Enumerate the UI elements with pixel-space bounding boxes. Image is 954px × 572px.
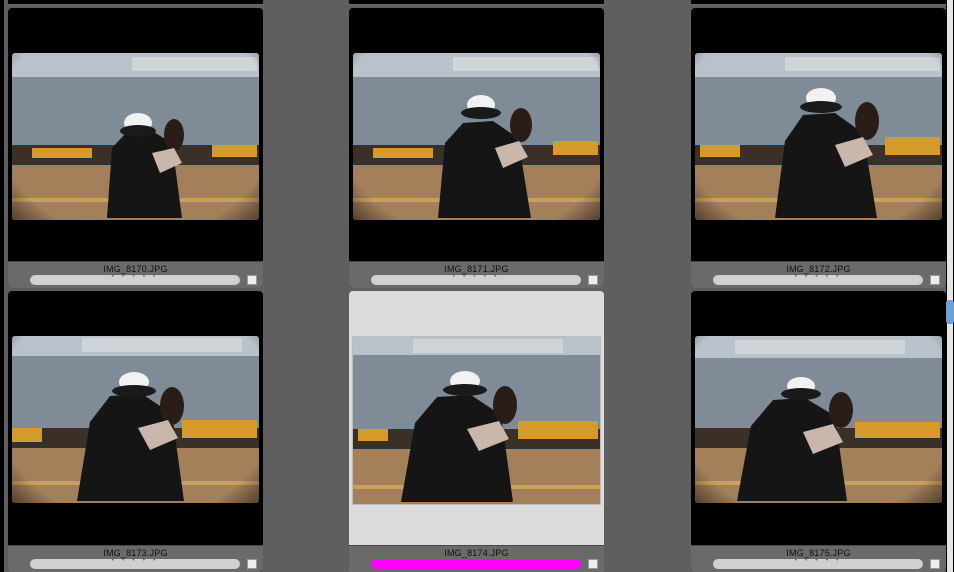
rating-dots[interactable]: • • • • •: [30, 273, 240, 280]
thumbnail-cell[interactable]: IMG_8171.JPG • • • • •: [349, 8, 604, 288]
photo-image: [12, 53, 259, 220]
photo-thumbnail[interactable]: [353, 53, 600, 220]
partial-thumbnail-top: [8, 0, 263, 5]
rating-dots[interactable]: • • • • •: [713, 557, 923, 564]
thumbnail-grid: IMG_8170.JPG • • • • • IMG_8171.JPG • • …: [4, 0, 946, 572]
checkbox-icon[interactable]: [930, 559, 940, 569]
checkbox-icon[interactable]: [588, 275, 598, 285]
thumbnail-cell[interactable]: IMG_8172.JPG • • • • •: [691, 8, 946, 288]
checkbox-icon[interactable]: [588, 559, 598, 569]
photo-image: [353, 53, 600, 220]
rating-dots[interactable]: • • • • •: [371, 273, 581, 280]
photo-thumbnail[interactable]: [353, 337, 600, 504]
caption-bar: IMG_8171.JPG • • • • •: [349, 261, 604, 288]
thumbnail-cell[interactable]: IMG_8175.JPG • • • • •: [691, 291, 946, 572]
partial-thumbnail-top: [691, 0, 946, 5]
thumbnail-cell[interactable]: IMG_8173.JPG • • • • •: [8, 291, 263, 572]
photo-thumbnail[interactable]: [695, 53, 942, 220]
caption-bar: IMG_8172.JPG • • • • •: [691, 261, 946, 288]
caption-bar: IMG_8174.JPG • • • • •: [349, 545, 604, 572]
thumbnail-cell-selected[interactable]: IMG_8174.JPG • • • • •: [349, 291, 604, 572]
partial-thumbnail-top: [349, 0, 604, 5]
photo-thumbnail[interactable]: [12, 336, 259, 503]
color-label-bar[interactable]: • • • • •: [371, 557, 581, 569]
vertical-scrollbar[interactable]: [947, 0, 953, 572]
color-label-bar[interactable]: • • • • •: [371, 273, 581, 285]
caption-bar: IMG_8170.JPG • • • • •: [8, 261, 263, 288]
color-label-bar[interactable]: • • • • •: [30, 557, 240, 569]
checkbox-icon[interactable]: [247, 559, 257, 569]
color-label-bar[interactable]: • • • • •: [713, 273, 923, 285]
checkbox-icon[interactable]: [930, 275, 940, 285]
checkbox-icon[interactable]: [247, 275, 257, 285]
scrollbar-thumb[interactable]: [946, 300, 954, 324]
color-label-bar[interactable]: • • • • •: [30, 273, 240, 285]
rating-dots[interactable]: • • • • •: [713, 273, 923, 280]
rating-dots[interactable]: • • • • •: [371, 557, 581, 564]
photo-image: [695, 53, 942, 220]
photo-thumbnail[interactable]: [12, 53, 259, 220]
thumbnail-cell[interactable]: IMG_8170.JPG • • • • •: [8, 8, 263, 288]
photo-image: [353, 337, 600, 504]
photo-image: [12, 336, 259, 503]
photo-thumbnail[interactable]: [695, 336, 942, 503]
rating-dots[interactable]: • • • • •: [30, 557, 240, 564]
caption-bar: IMG_8173.JPG • • • • •: [8, 545, 263, 572]
color-label-bar[interactable]: • • • • •: [713, 557, 923, 569]
photo-image: [695, 336, 942, 503]
caption-bar: IMG_8175.JPG • • • • •: [691, 545, 946, 572]
